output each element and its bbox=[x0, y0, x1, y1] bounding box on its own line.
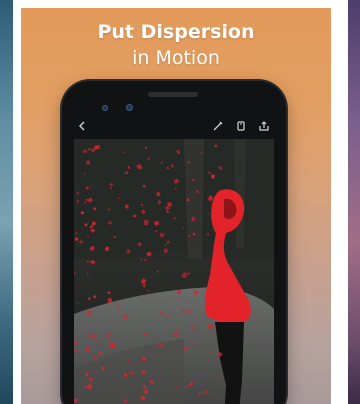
promo-card[interactable]: Put Dispersion in Motion bbox=[21, 8, 331, 404]
share-icon[interactable] bbox=[258, 120, 270, 132]
particle bbox=[74, 237, 79, 241]
particle bbox=[191, 216, 196, 222]
particle bbox=[187, 161, 191, 164]
edited-photo-preview[interactable] bbox=[74, 139, 274, 404]
front-camera-icon bbox=[102, 105, 108, 111]
particle bbox=[181, 310, 184, 313]
particle bbox=[207, 233, 210, 236]
particle bbox=[192, 328, 195, 331]
particle bbox=[86, 160, 91, 165]
particle bbox=[196, 190, 199, 194]
particle bbox=[190, 324, 193, 327]
particle bbox=[156, 270, 159, 273]
particle bbox=[76, 191, 79, 195]
particle bbox=[129, 371, 134, 375]
particle bbox=[93, 295, 97, 299]
particle bbox=[123, 315, 128, 319]
app-store-screenshot-strip: Put Dispersion in Motion bbox=[0, 0, 360, 404]
next-screenshot-edge[interactable] bbox=[348, 0, 360, 404]
particle bbox=[210, 282, 213, 285]
phone-speaker bbox=[148, 92, 198, 97]
particle bbox=[143, 385, 147, 388]
particle bbox=[219, 264, 222, 266]
promo-headline: Put Dispersion in Motion bbox=[21, 19, 331, 71]
particle bbox=[175, 298, 178, 301]
particle bbox=[84, 201, 87, 204]
particle bbox=[176, 327, 178, 330]
particle bbox=[84, 223, 88, 227]
particle bbox=[141, 203, 144, 207]
headline-line-1: Put Dispersion bbox=[97, 21, 255, 43]
dispersion-photo bbox=[74, 139, 274, 404]
particle bbox=[144, 389, 148, 394]
layers-icon[interactable] bbox=[235, 120, 247, 132]
particle bbox=[143, 219, 149, 226]
particle bbox=[147, 157, 151, 160]
particle bbox=[75, 232, 77, 235]
particle bbox=[175, 385, 178, 388]
particle bbox=[193, 343, 196, 346]
particle bbox=[113, 235, 116, 239]
brush-icon[interactable] bbox=[212, 120, 224, 132]
previous-screenshot-edge[interactable] bbox=[0, 0, 13, 404]
headline-line-2: in Motion bbox=[132, 47, 220, 69]
phone-mockup bbox=[62, 81, 286, 404]
particle bbox=[141, 370, 146, 375]
back-icon[interactable] bbox=[76, 120, 88, 132]
particle bbox=[211, 174, 215, 179]
particle bbox=[167, 202, 172, 207]
particle bbox=[158, 343, 163, 348]
particle bbox=[87, 297, 91, 300]
particle bbox=[183, 347, 188, 351]
particle bbox=[124, 171, 129, 175]
particle bbox=[88, 377, 93, 382]
particle bbox=[107, 298, 113, 303]
front-sensor-icon bbox=[126, 104, 133, 111]
particle bbox=[109, 343, 116, 348]
particle bbox=[188, 235, 191, 238]
